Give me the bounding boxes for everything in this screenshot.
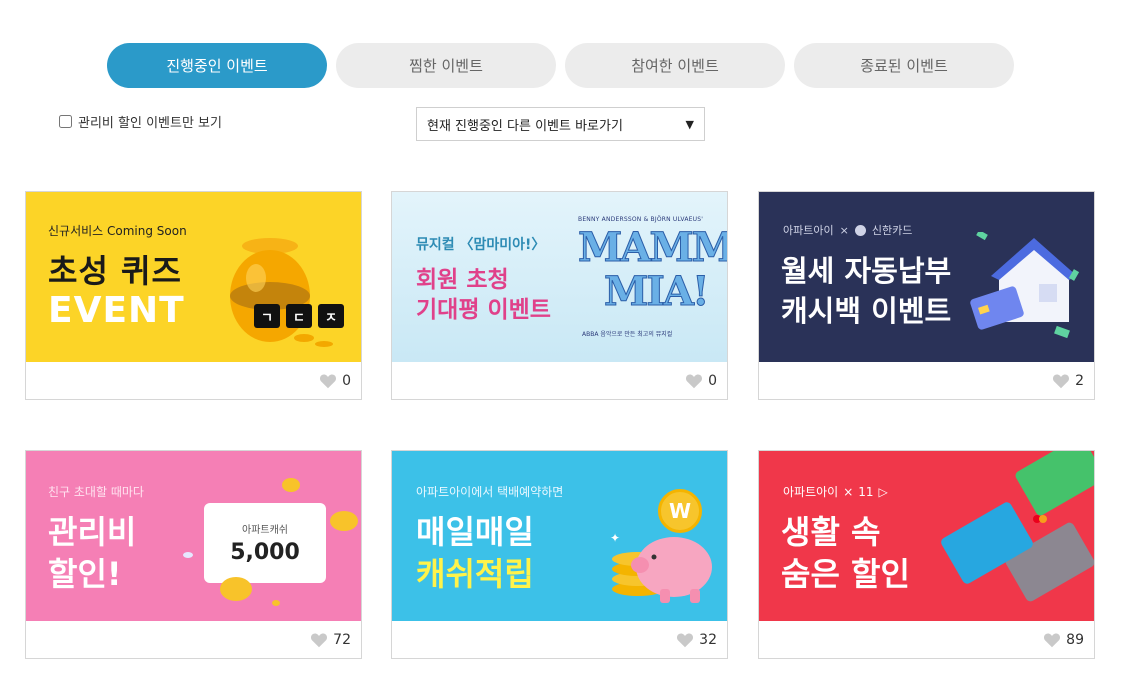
banner-title-2: 캐시백 이벤트 [781, 294, 952, 328]
sparkle-icon: ✦ [610, 531, 621, 545]
partner-logos: 아파트아이 × 신한카드 [783, 222, 912, 238]
tab-ongoing-events[interactable]: 진행중인 이벤트 [107, 43, 327, 88]
banner-title-2: 할인! [48, 555, 122, 593]
shinhan-logo: 신한카드 [871, 224, 913, 237]
tab-participated-events[interactable]: 참여한 이벤트 [565, 43, 785, 88]
banner-title: 관리비 [48, 513, 137, 551]
heart-icon[interactable] [319, 373, 337, 389]
coins-icon [183, 478, 358, 606]
banner-title: 회원 초청 [416, 267, 509, 293]
banner-title-2: 캐쉬적립 [416, 555, 534, 593]
apartai-logo: 아파트아이 [783, 224, 834, 237]
heart-icon[interactable] [676, 632, 694, 648]
musical-credit: BENNY ANDERSSON & BJÖRN ULVAEUS' [578, 216, 704, 223]
event-banner[interactable]: 아파트아이에서 택배예약하면 매일매일 캐쉬적립 W ✦ [392, 451, 727, 621]
event-card-footer: 32 [392, 621, 727, 658]
like-count: 72 [333, 631, 351, 648]
tab-liked-events[interactable]: 찜한 이벤트 [336, 43, 556, 88]
banner-title: 월세 자동납부 [781, 254, 952, 288]
chevron-down-icon: ▼ [685, 117, 694, 131]
apartai-logo: 아파트아이 [783, 485, 839, 499]
other-events-select[interactable]: 현재 진행중인 다른 이벤트 바로가기 ▼ [416, 107, 705, 141]
arrow-right-icon: ▷ [878, 484, 888, 499]
like-count: 32 [699, 631, 717, 648]
cross-icon: × [843, 484, 854, 499]
event-tabs: 진행중인 이벤트 찜한 이벤트 참여한 이벤트 종료된 이벤트 [107, 43, 1014, 88]
chosung-tile: ㄷ [286, 304, 312, 328]
fee-discount-filter-label: 관리비 할인 이벤트만 보기 [78, 116, 222, 131]
event-card-footer: 0 [392, 362, 727, 399]
event-card-shinhan-rent[interactable]: 아파트아이 × 신한카드 월세 자동납부 캐시백 이벤트 2 [758, 191, 1095, 400]
shinhan-logo-icon [854, 224, 866, 236]
banner-subtitle: 친구 초대할 때마다 [48, 485, 144, 499]
credit-cards-icon [941, 451, 1094, 602]
tab-ended-events[interactable]: 종료된 이벤트 [794, 43, 1014, 88]
banner-subtitle: 아파트아이에서 택배예약하면 [416, 485, 564, 499]
banner-title: 생활 속 [781, 513, 881, 551]
chosung-tile: ㄱ [254, 304, 280, 328]
event-card-hidden-discount[interactable]: 아파트아이 × 11 ▷ 생활 속 숨은 할인 89 [758, 450, 1095, 659]
won-coin-icon: W [658, 489, 702, 533]
banner-subtitle: 뮤지컬 〈맘마미아!〉 [416, 237, 546, 253]
11st-logo: 11 [858, 484, 874, 499]
heart-icon[interactable] [1043, 632, 1061, 648]
chosung-tiles: ㄱ ㄷ ㅈ [254, 304, 344, 328]
event-banner[interactable]: 아파트아이 × 11 ▷ 생활 속 숨은 할인 [759, 451, 1094, 621]
chosung-tile: ㅈ [318, 304, 344, 328]
musical-logo: MAMMA [578, 224, 727, 272]
like-count: 2 [1075, 372, 1084, 389]
banner-title: 초성 퀴즈 [48, 252, 182, 290]
banner-subtitle: 신규서비스 Coming Soon [48, 224, 187, 238]
event-card-footer: 89 [759, 621, 1094, 658]
event-card-fee-discount[interactable]: 친구 초대할 때마다 관리비 할인! 아파트캐쉬 5,000 72 [25, 450, 362, 659]
house-card-icon [970, 232, 1080, 339]
honey-pot-icon [230, 238, 333, 347]
partner-logos: 아파트아이 × 11 ▷ [783, 483, 888, 500]
event-banner[interactable]: 친구 초대할 때마다 관리비 할인! 아파트캐쉬 5,000 [26, 451, 361, 621]
event-card-footer: 2 [759, 362, 1094, 399]
fee-discount-checkbox[interactable] [59, 115, 72, 128]
like-count: 0 [708, 372, 717, 389]
heart-icon[interactable] [685, 373, 703, 389]
event-card-footer: 72 [26, 621, 361, 658]
heart-icon[interactable] [1052, 373, 1070, 389]
fee-discount-filter[interactable]: 관리비 할인 이벤트만 보기 [59, 112, 222, 131]
other-events-select-value: 현재 진행중인 다른 이벤트 바로가기 [427, 118, 623, 134]
musical-logo-2: MIA! [604, 268, 711, 316]
musical-tagline: ABBA 음악으로 만든 최고의 뮤지컬 [582, 331, 673, 338]
like-count: 89 [1066, 631, 1084, 648]
cross-icon: × [839, 223, 849, 237]
event-banner[interactable]: 신규서비스 Coming Soon 초성 퀴즈 EVENT ㄱ ㄷ ㅈ [26, 192, 361, 362]
banner-title-2: 기대평 이벤트 [416, 297, 551, 323]
banner-title: 매일매일 [416, 513, 534, 551]
like-count: 0 [342, 372, 351, 389]
heart-icon[interactable] [310, 632, 328, 648]
event-card-mamma-mia[interactable]: 뮤지컬 〈맘마미아!〉 회원 초청 기대평 이벤트 BENNY ANDERSSO… [391, 191, 728, 400]
banner-title-2: EVENT [48, 290, 185, 331]
event-card-chosung-quiz[interactable]: 신규서비스 Coming Soon 초성 퀴즈 EVENT ㄱ ㄷ ㅈ 0 [25, 191, 362, 400]
event-card-footer: 0 [26, 362, 361, 399]
event-banner[interactable]: 아파트아이 × 신한카드 월세 자동납부 캐시백 이벤트 [759, 192, 1094, 362]
event-banner[interactable]: 뮤지컬 〈맘마미아!〉 회원 초청 기대평 이벤트 BENNY ANDERSSO… [392, 192, 727, 362]
banner-title-2: 숨은 할인 [781, 555, 910, 593]
event-card-daily-cash[interactable]: 아파트아이에서 택배예약하면 매일매일 캐쉬적립 W ✦ 32 [391, 450, 728, 659]
